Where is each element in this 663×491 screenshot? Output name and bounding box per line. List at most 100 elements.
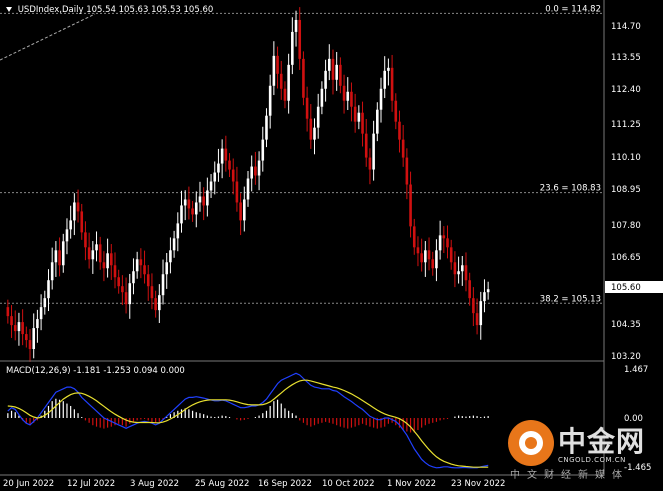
watermark-tagline: 中文财经新媒体: [510, 470, 629, 481]
candle-body: [272, 55, 276, 86]
candle-body: [187, 199, 191, 209]
candle-body: [121, 286, 124, 293]
candle-body: [353, 106, 357, 122]
candle-body: [291, 31, 294, 65]
price-tick: 113.55: [611, 53, 641, 63]
candle-body: [132, 271, 135, 284]
macd-panel: [7, 372, 489, 469]
candle-body: [265, 115, 268, 140]
date-tick: 23 Nov 2022: [451, 479, 505, 489]
candle-body: [431, 259, 435, 269]
candle-body: [246, 178, 250, 200]
candle-body: [383, 70, 387, 89]
candle-body: [80, 211, 84, 233]
candle-body: [183, 199, 187, 206]
date-tick: 12 Jul 2022: [67, 479, 115, 489]
candle-body: [486, 289, 490, 293]
candle-body: [449, 247, 453, 263]
candle-body: [398, 121, 401, 140]
candle-body: [150, 286, 154, 299]
candle-body: [32, 328, 36, 350]
candle-body: [6, 307, 10, 317]
candle-body: [357, 112, 361, 122]
axes: [0, 0, 605, 476]
symbol-label: USDIndex,Daily: [17, 5, 84, 15]
date-tick: 3 Aug 2022: [130, 479, 179, 489]
candle-body: [243, 199, 246, 221]
candle-body: [213, 172, 217, 182]
date-tick: 20 Jun 2022: [3, 479, 54, 489]
candle-body: [324, 70, 327, 89]
macd-tick: 1.467: [624, 365, 648, 375]
date-tick: 16 Sep 2022: [258, 479, 312, 489]
candle-body: [224, 148, 228, 161]
price-tick: 111.25: [611, 120, 641, 130]
candle-body: [298, 19, 302, 59]
candle-body: [331, 58, 335, 80]
candle-body: [339, 64, 342, 86]
candle-body: [427, 250, 431, 260]
price-tick-labels: 114.70 113.55 112.40 111.25 110.10 108.9…: [605, 22, 663, 362]
candle-body: [460, 265, 464, 272]
date-tick: 25 Aug 2022: [195, 479, 249, 489]
candle-body: [102, 262, 106, 269]
macd-line: [7, 372, 489, 469]
candle-body: [361, 112, 364, 134]
candle-body: [364, 133, 368, 158]
candle-body: [342, 85, 346, 101]
candle-body: [239, 202, 242, 221]
candle-body: [76, 202, 80, 212]
candle-body: [316, 106, 320, 128]
candle-body: [217, 163, 220, 173]
candle-body: [154, 298, 157, 311]
candle-body: [98, 244, 102, 263]
fib-label-23-6: 23.6 = 108.83: [540, 184, 601, 194]
candle-body: [36, 319, 39, 329]
fib-label-0: 0.0 = 114.82: [545, 4, 601, 14]
candle-body: [420, 253, 423, 263]
candle-body: [320, 88, 324, 107]
candle-body: [250, 166, 253, 179]
candle-body: [54, 250, 58, 263]
candle-body: [279, 73, 283, 89]
candle-body: [106, 253, 109, 269]
price-tick: 106.65: [611, 253, 641, 263]
symbol-header[interactable]: USDIndex,Daily 105.54 105.63 105.53 105.…: [6, 5, 213, 15]
candle-body: [135, 259, 139, 272]
candle-body: [268, 85, 272, 116]
candle-body: [376, 109, 379, 134]
dropdown-arrow-icon[interactable]: [6, 7, 12, 12]
macd-header: MACD(12,26,9) -1.181 -1.253 0.094 0.000: [6, 366, 185, 376]
date-tick-labels: 20 Jun 2022 12 Jul 2022 3 Aug 2022 25 Au…: [3, 479, 505, 489]
candle-body: [39, 307, 43, 320]
cngold-logo-icon: [508, 420, 554, 466]
candle-body: [109, 253, 113, 266]
candle-body: [176, 223, 180, 239]
candle-body: [58, 250, 61, 266]
fibonacci-levels: 0.0 = 114.82 23.6 = 108.83 38.2 = 105.13: [0, 4, 604, 304]
candle-body: [254, 166, 257, 176]
candle-body: [464, 265, 468, 281]
candle-body: [405, 157, 409, 185]
signal-line: [7, 379, 489, 468]
candle-body: [453, 262, 457, 275]
ohlc-values: 105.54 105.63 105.53 105.60: [86, 5, 214, 15]
price-tick: 114.70: [611, 22, 641, 32]
candle-body: [472, 298, 475, 314]
candle-body: [424, 250, 427, 263]
candle-body: [401, 139, 405, 158]
candle-body: [165, 262, 169, 275]
candle-body: [25, 334, 28, 341]
candle-body: [372, 133, 375, 170]
candle-body: [379, 88, 383, 110]
candle-body: [139, 259, 143, 266]
candle-body: [416, 247, 420, 254]
price-tick: 103.20: [611, 352, 641, 362]
candle-body: [91, 250, 95, 260]
fib-label-38-2: 38.2 = 105.13: [540, 294, 601, 304]
candle-body: [143, 265, 146, 275]
candlestick-series: [6, 7, 490, 362]
trendline[interactable]: [0, 13, 96, 61]
candle-body: [309, 118, 313, 140]
candle-body: [220, 148, 224, 164]
